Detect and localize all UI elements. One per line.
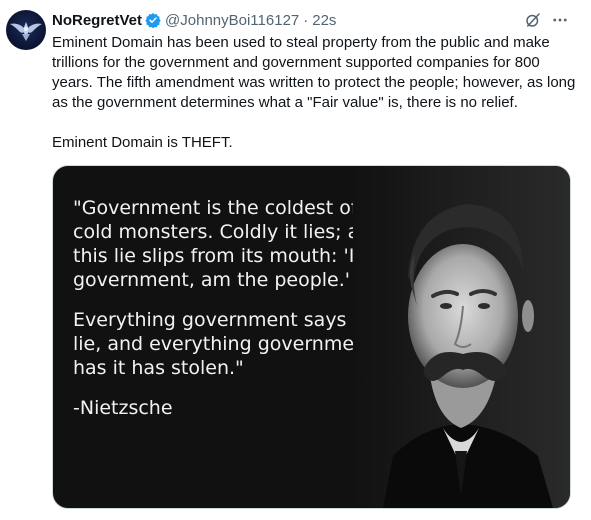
tweet[interactable]: NoRegretVet @JohnnyBoi116127 · 22s Emine…	[0, 0, 591, 520]
tweet-header: NoRegretVet @JohnnyBoi116127 · 22s	[52, 10, 336, 30]
nietzsche-portrait	[353, 166, 570, 508]
verified-badge-icon	[145, 13, 161, 28]
air-force-wings-logo	[10, 22, 42, 41]
grok-icon[interactable]	[524, 11, 542, 29]
tweet-paragraph: Eminent Domain has been used to steal pr…	[52, 34, 576, 111]
user-handle[interactable]: @JohnnyBoi116127	[165, 12, 299, 29]
tweet-image[interactable]: "Government is the coldest of all cold m…	[52, 165, 571, 509]
tweet-paragraph: Eminent Domain is THEFT.	[52, 134, 233, 151]
avatar[interactable]	[6, 10, 46, 50]
separator-dot: ·	[303, 11, 309, 29]
display-name[interactable]: NoRegretVet	[52, 12, 142, 29]
timestamp[interactable]: 22s	[312, 12, 336, 29]
more-icon[interactable]	[551, 11, 569, 29]
tweet-text: Eminent Domain has been used to steal pr…	[52, 33, 577, 153]
